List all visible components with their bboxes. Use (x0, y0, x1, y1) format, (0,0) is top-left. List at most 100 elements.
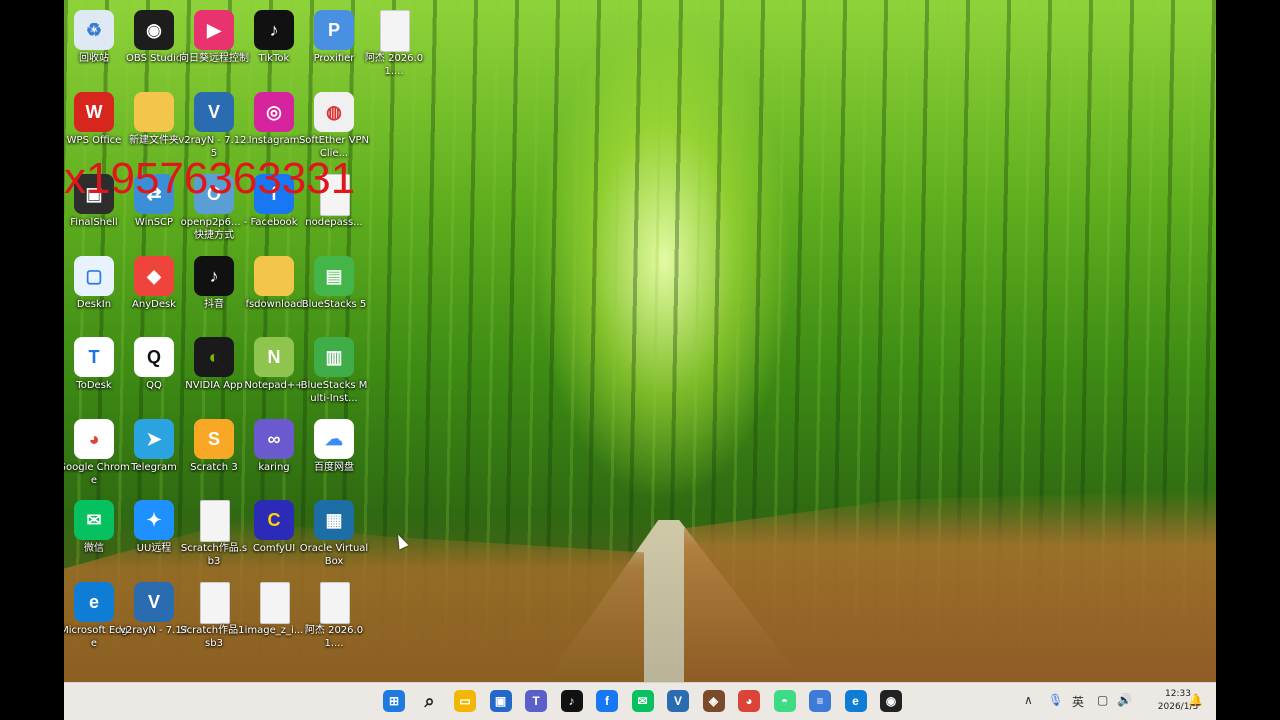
desktop-shortcut[interactable]: ◆ AnyDesk (124, 250, 184, 328)
desktop-shortcut[interactable]: ☁ 百度网盘 (304, 413, 364, 491)
document-icon (380, 10, 410, 52)
desktop-shortcut[interactable]: ◎ Instagram (244, 86, 304, 164)
sunlogin-icon: ▶ (194, 10, 234, 50)
desktop-shortcut[interactable]: Scratch作品.sb3 (181, 494, 247, 572)
desktop-shortcut-label: BlueStacks 5 (301, 299, 367, 310)
desktop-shortcut[interactable]: ▤ BlueStacks 5 (302, 250, 366, 328)
document-icon (260, 582, 290, 624)
desktop-shortcut[interactable]: Q QQ (124, 331, 184, 409)
tray-chevron-icon[interactable]: ∧ (1024, 693, 1033, 707)
android-icon[interactable]: ◓ (773, 690, 796, 712)
v2rayn-icon: V (194, 92, 234, 132)
desktop-shortcut[interactable]: ♪ 抖音 (184, 250, 244, 328)
desktop-shortcut[interactable]: ◕ Google Chrome (64, 413, 130, 491)
desktop-shortcut[interactable]: C ComfyUI (244, 494, 304, 572)
store-icon[interactable]: ▣ (489, 690, 512, 712)
desktop-shortcut-label: 阿杰 2026.01.... (304, 625, 364, 649)
input-language[interactable]: 英 (1072, 693, 1084, 710)
document-icon (200, 582, 230, 624)
obs-icon[interactable]: ◉ (880, 690, 902, 712)
desktop-shortcut-label: 百度网盘 (314, 462, 354, 473)
nvidia-icon: ◐ (194, 337, 234, 377)
desktop-shortcut[interactable]: ◐ NVIDIA App (184, 331, 244, 409)
tiktok-icon[interactable]: ♪ (560, 690, 583, 712)
edge-icon[interactable]: e (844, 690, 867, 712)
uu-remote-icon: ✦ (134, 500, 174, 540)
desktop-shortcut[interactable]: ▦ Oracle VirtualBox (300, 494, 368, 572)
start-icon[interactable]: ⊞ (383, 690, 405, 712)
desktop-screen: ♻ 回收站 ◉ OBS Studio ▶ 向日葵远程控制 ♪ TikTok P Proxifier… (64, 0, 1216, 720)
desktop-shortcut[interactable]: 阿杰 2026.01.... (364, 4, 424, 82)
todesk-icon: T (74, 337, 114, 377)
wechat-icon: ✉ (74, 500, 114, 540)
desktop-shortcut[interactable]: e Microsoft Edge (64, 576, 128, 654)
desktop-shortcut[interactable]: P Proxifier (304, 4, 364, 82)
desktop-shortcut[interactable]: ✉ 微信 (64, 494, 124, 572)
desktop-shortcut[interactable]: ∞ karing (244, 413, 304, 491)
search-icon[interactable]: ⌕ (419, 690, 441, 712)
virtualbox-icon: ▦ (314, 500, 354, 540)
microphone-icon[interactable]: 🎙 (1048, 693, 1063, 707)
desktop-shortcut[interactable]: W WPS Office (64, 86, 124, 164)
desktop-shortcut[interactable]: ➤ Telegram (124, 413, 184, 491)
v2rayn-icon[interactable]: V (667, 690, 689, 712)
baidu-netdisk-icon: ☁ (314, 419, 354, 459)
file-explorer-icon[interactable]: ▭ (454, 690, 476, 712)
instagram-icon: ◎ (254, 92, 294, 132)
teams-icon[interactable]: T (525, 690, 547, 712)
recycle-bin-icon: ♻ (74, 10, 114, 50)
desktop-shortcut[interactable]: Vv2rayN - 7.14 (120, 576, 188, 654)
douyin-icon: ♪ (194, 256, 234, 296)
desktop-shortcut[interactable]: ▥ BlueStacks Multi-Inst... (301, 331, 367, 409)
desktop-shortcut[interactable]: T ToDesk (64, 331, 124, 409)
document-icon (200, 500, 230, 542)
desktop-shortcut-label: BlueStacks Multi-Inst... (300, 380, 368, 404)
notepad-icon[interactable]: ≡ (809, 690, 831, 712)
facebook-icon[interactable]: f (596, 690, 618, 712)
notepadpp-icon: N (254, 337, 294, 377)
desktop-shortcut-label: 阿杰 2026.01.... (364, 53, 424, 77)
app-icon[interactable]: ◈ (702, 690, 725, 712)
desktop-shortcut[interactable]: 阿杰 2026.01.... (304, 576, 364, 654)
v2rayn-icon: V (134, 582, 174, 622)
karing-icon: ∞ (254, 419, 294, 459)
chrome-icon: ◕ (74, 419, 114, 459)
softether-icon: ◍ (314, 92, 354, 132)
desktop-shortcut[interactable]: ▢ DeskIn (64, 250, 124, 328)
anydesk-icon: ◆ (134, 256, 174, 296)
desktop-shortcut[interactable]: N Notepad++ (244, 331, 304, 409)
desktop-shortcut[interactable]: Scratch作品1.sb3 (180, 576, 248, 654)
deskin-icon: ▢ (74, 256, 114, 296)
desktop-shortcut-label: Oracle VirtualBox (299, 543, 369, 567)
document-icon (320, 582, 350, 624)
edge-icon: e (74, 582, 114, 622)
watermark-text: x19576363331 (64, 154, 356, 203)
volume-icon[interactable]: 🔊 (1117, 693, 1132, 707)
desktop-shortcut[interactable]: ♪ TikTok (244, 4, 304, 82)
obs-icon: ◉ (134, 10, 174, 50)
desktop-shortcut[interactable]: ◉ OBS Studio (124, 4, 184, 82)
folder-icon (254, 256, 294, 296)
desktop-shortcut[interactable]: 新建文件夹 (124, 86, 184, 164)
grass-right (684, 490, 1216, 682)
scratch-icon: S (194, 419, 234, 459)
bluestacks-multi-icon: ▥ (314, 337, 354, 377)
desktop-shortcut[interactable]: ▶ 向日葵远程控制 (179, 4, 249, 82)
desktop-shortcut-label: nodepass... (305, 217, 363, 228)
desktop-shortcut[interactable]: ✦ UU远程 (124, 494, 184, 572)
desktop-shortcut[interactable]: fsdownload (244, 250, 304, 328)
desktop-shortcut[interactable]: Vv2rayN - 7.12.5 (178, 86, 250, 164)
folder-icon (134, 92, 174, 132)
bluestacks-icon: ▤ (314, 256, 354, 296)
network-icon[interactable]: ▢ (1097, 693, 1108, 707)
wps-icon: W (74, 92, 114, 132)
tiktok-icon: ♪ (254, 10, 294, 50)
taskbar: ⊞ ⌕ ▭ ▣ T ♪ f ✉ V ◈ ◕ ◓ ≡ e ◉ ∧ 🎙 英 ▢ 🔊 12:33 2026/1/3… (64, 682, 1216, 720)
desktop-shortcut[interactable]: S Scratch 3 (184, 413, 244, 491)
desktop-shortcut[interactable]: ◍ SoftEther VPN Clie... (299, 86, 369, 164)
desktop-shortcut[interactable]: image_z_i... (244, 576, 304, 654)
notification-icon[interactable]: 🔔 (1188, 693, 1203, 707)
wechat-icon[interactable]: ✉ (631, 690, 654, 712)
chrome-icon[interactable]: ◕ (738, 690, 760, 712)
desktop-shortcut[interactable]: ♻ 回收站 (64, 4, 124, 82)
